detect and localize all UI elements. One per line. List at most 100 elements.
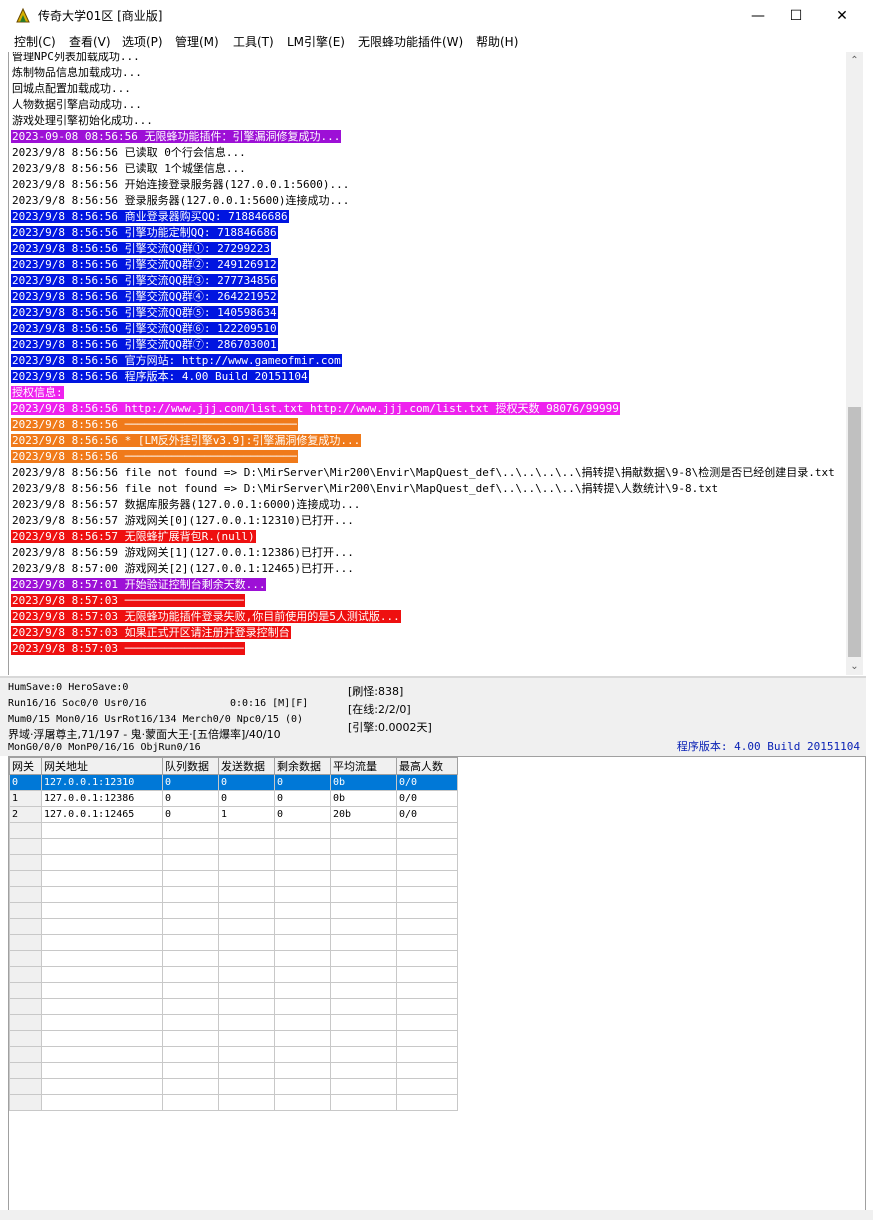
- table-cell[interactable]: [218, 1094, 275, 1111]
- table-cell[interactable]: [9, 1046, 42, 1063]
- table-cell[interactable]: [162, 1046, 219, 1063]
- table-cell[interactable]: [162, 870, 219, 887]
- table-cell[interactable]: [330, 1078, 397, 1095]
- table-cell[interactable]: [218, 1046, 275, 1063]
- table-cell[interactable]: [162, 998, 219, 1015]
- table-cell[interactable]: [274, 1046, 331, 1063]
- menu-help[interactable]: 帮助(H): [476, 33, 518, 50]
- table-cell[interactable]: [330, 1046, 397, 1063]
- table-row[interactable]: 2 127.0.0.1:12465 0 1 0 20b 0/0: [9, 806, 458, 823]
- close-button[interactable]: ✕: [819, 0, 865, 31]
- table-cell[interactable]: [396, 838, 458, 855]
- table-row[interactable]: 1 127.0.0.1:12386 0 0 0 0b 0/0: [9, 790, 458, 807]
- title-bar[interactable]: 传奇大学01区 [商业版] — ☐ ✕: [0, 0, 873, 31]
- table-cell[interactable]: [41, 1014, 163, 1031]
- table-cell[interactable]: [218, 1030, 275, 1047]
- table-cell[interactable]: [218, 982, 275, 999]
- grid-header-cell[interactable]: 平均流量: [330, 757, 397, 775]
- table-cell[interactable]: [41, 1094, 163, 1111]
- table-cell[interactable]: [9, 918, 42, 935]
- table-cell[interactable]: [274, 1030, 331, 1047]
- table-cell[interactable]: [274, 838, 331, 855]
- grid-header-cell[interactable]: 网关地址: [41, 757, 163, 775]
- table-row[interactable]: [9, 1030, 458, 1047]
- table-cell[interactable]: [218, 1078, 275, 1095]
- table-cell[interactable]: [218, 1062, 275, 1079]
- table-cell[interactable]: [41, 854, 163, 871]
- table-cell[interactable]: [41, 982, 163, 999]
- grid-header-cell[interactable]: 最高人数: [396, 757, 458, 775]
- table-cell[interactable]: 0b: [330, 790, 397, 807]
- table-cell[interactable]: [9, 886, 42, 903]
- scroll-up-icon[interactable]: ⌃: [846, 52, 863, 69]
- table-cell[interactable]: 0: [218, 790, 275, 807]
- table-cell[interactable]: [396, 854, 458, 871]
- table-cell[interactable]: [274, 1094, 331, 1111]
- table-cell[interactable]: [41, 950, 163, 967]
- table-cell[interactable]: [9, 998, 42, 1015]
- table-cell[interactable]: [41, 1062, 163, 1079]
- table-row[interactable]: [9, 854, 458, 871]
- table-cell[interactable]: 127.0.0.1:12386: [41, 790, 163, 807]
- table-cell[interactable]: [162, 822, 219, 839]
- grid-header-cell[interactable]: 网关: [9, 757, 42, 775]
- table-cell[interactable]: 0: [162, 790, 219, 807]
- table-cell[interactable]: [9, 982, 42, 999]
- table-cell[interactable]: [396, 918, 458, 935]
- table-cell[interactable]: [330, 902, 397, 919]
- menu-lm-engine[interactable]: LM引擎(E): [287, 33, 345, 50]
- table-cell[interactable]: [9, 1030, 42, 1047]
- table-cell[interactable]: [396, 1094, 458, 1111]
- table-cell[interactable]: [41, 838, 163, 855]
- menu-plugin[interactable]: 无限蜂功能插件(W): [358, 33, 463, 50]
- menu-tools[interactable]: 工具(T): [233, 33, 274, 50]
- table-cell[interactable]: [274, 950, 331, 967]
- table-row[interactable]: [9, 982, 458, 999]
- menu-view[interactable]: 查看(V): [69, 33, 111, 50]
- gateway-grid[interactable]: 网关 网关地址 队列数据 发送数据 剩余数据 平均流量 最高人数 0 127.0.0.1:12…: [8, 756, 866, 1212]
- table-cell[interactable]: [41, 934, 163, 951]
- table-cell[interactable]: [396, 982, 458, 999]
- table-cell[interactable]: [274, 902, 331, 919]
- table-cell[interactable]: [162, 838, 219, 855]
- table-cell[interactable]: 0: [274, 774, 331, 791]
- table-cell[interactable]: [162, 1062, 219, 1079]
- table-cell[interactable]: [396, 1046, 458, 1063]
- table-cell[interactable]: [218, 838, 275, 855]
- table-cell[interactable]: [330, 1030, 397, 1047]
- table-cell[interactable]: 0: [274, 806, 331, 823]
- table-cell[interactable]: 20b: [330, 806, 397, 823]
- table-cell[interactable]: [9, 822, 42, 839]
- table-cell[interactable]: [41, 1046, 163, 1063]
- table-cell[interactable]: 2: [9, 806, 42, 823]
- table-cell[interactable]: [330, 870, 397, 887]
- table-cell[interactable]: [162, 950, 219, 967]
- table-row[interactable]: [9, 1094, 458, 1111]
- table-cell[interactable]: [41, 822, 163, 839]
- table-row[interactable]: [9, 1046, 458, 1063]
- table-cell[interactable]: 0/0: [396, 790, 458, 807]
- menu-options[interactable]: 选项(P): [122, 33, 163, 50]
- table-cell[interactable]: [396, 934, 458, 951]
- table-cell[interactable]: [162, 902, 219, 919]
- table-cell[interactable]: [396, 1062, 458, 1079]
- table-cell[interactable]: [330, 950, 397, 967]
- table-cell[interactable]: [9, 854, 42, 871]
- table-row[interactable]: 0 127.0.0.1:12310 0 0 0 0b 0/0: [9, 774, 458, 791]
- table-cell[interactable]: [162, 886, 219, 903]
- table-cell[interactable]: [41, 918, 163, 935]
- grid-header-cell[interactable]: 发送数据: [218, 757, 275, 775]
- table-cell[interactable]: [162, 1094, 219, 1111]
- table-cell[interactable]: [162, 934, 219, 951]
- table-cell[interactable]: 0/0: [396, 806, 458, 823]
- table-cell[interactable]: [330, 838, 397, 855]
- table-cell[interactable]: 0: [162, 806, 219, 823]
- table-cell[interactable]: [41, 870, 163, 887]
- table-cell[interactable]: [274, 966, 331, 983]
- table-cell[interactable]: [396, 950, 458, 967]
- table-cell[interactable]: [330, 982, 397, 999]
- table-cell[interactable]: [9, 966, 42, 983]
- table-cell[interactable]: [218, 998, 275, 1015]
- table-cell[interactable]: [274, 998, 331, 1015]
- table-row[interactable]: [9, 934, 458, 951]
